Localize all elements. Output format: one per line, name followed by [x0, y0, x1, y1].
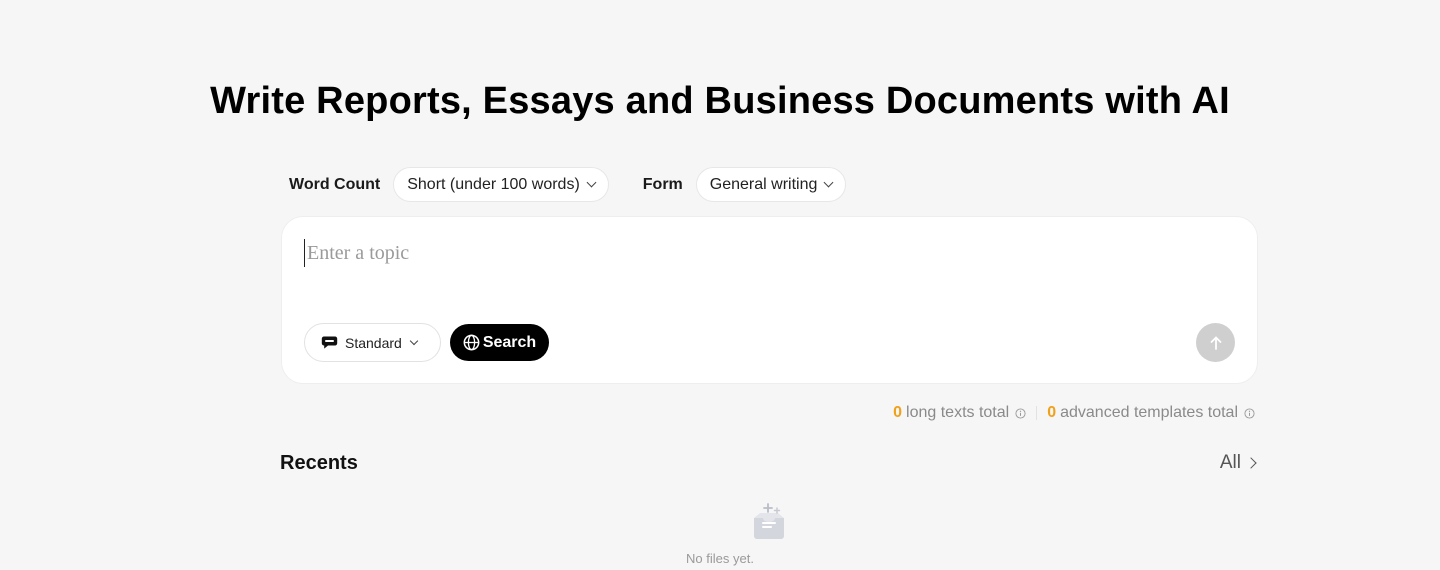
options-row: Word Count Short (under 100 words) Form … [289, 167, 847, 202]
globe-icon [463, 334, 480, 351]
mode-label: Standard [345, 334, 402, 351]
writer-page: Write Reports, Essays and Business Docum… [0, 0, 1440, 570]
chevron-down-icon [409, 336, 419, 346]
search-toggle-button[interactable]: Search [450, 324, 549, 361]
form-label: Form [642, 175, 683, 193]
chevron-down-icon [823, 177, 834, 188]
templates-label: advanced templates total [1060, 404, 1238, 421]
recents-title: Recents [280, 452, 358, 474]
view-all-link[interactable]: All [1219, 452, 1257, 474]
view-all-label: All [1219, 452, 1241, 473]
info-icon[interactable] [1244, 407, 1255, 419]
arrow-up-icon [1210, 336, 1221, 350]
search-label: Search [482, 333, 537, 351]
topic-editor: Standard Search [281, 216, 1258, 384]
form-select[interactable]: General writing [695, 167, 847, 202]
word-count-select[interactable]: Short (under 100 words) [393, 167, 609, 202]
word-count-value: Short (under 100 words) [407, 175, 580, 193]
send-button[interactable] [1196, 323, 1235, 362]
chevron-down-icon [586, 177, 597, 188]
quota-row: 0 long texts total 0 advanced templates … [893, 404, 1255, 422]
info-icon[interactable] [1015, 407, 1026, 419]
form-value: General writing [709, 175, 818, 193]
long-texts-count: 0 [893, 404, 903, 421]
topic-input[interactable] [304, 239, 1204, 267]
chat-bubble-icon [321, 336, 338, 349]
quota-divider [1036, 406, 1038, 420]
chevron-right-icon [1245, 457, 1257, 469]
empty-state-text: No files yet. [686, 551, 754, 566]
page-title: Write Reports, Essays and Business Docum… [210, 80, 1230, 122]
empty-inbox-icon [754, 503, 784, 539]
mode-select[interactable]: Standard [304, 323, 441, 362]
long-texts-label: long texts total [906, 404, 1010, 421]
word-count-label: Word Count [289, 175, 381, 193]
templates-count: 0 [1047, 404, 1057, 421]
